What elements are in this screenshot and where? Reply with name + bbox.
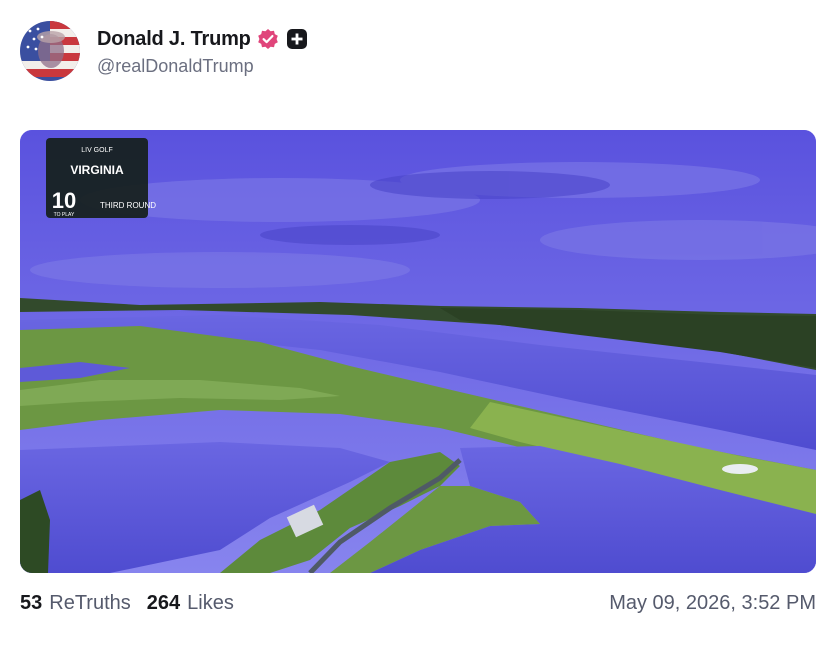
author-display-name[interactable]: Donald J. Trump [97,28,251,51]
author-info: Donald J. Trump @realDonaldTrump [97,25,307,77]
plus-square-icon [286,29,307,49]
author-handle[interactable]: @realDonaldTrump [97,56,307,77]
post-footer: 53 ReTruths 264 Likes May 09, 2026, 3:52… [20,588,816,618]
post-header: Donald J. Trump @realDonaldTrump [20,20,307,82]
scoreboard-sponsor: LIV GOLF [81,147,113,154]
scoreboard-overlay: LIV GOLF VIRGINIA 10 TO PLAY THIRD ROUND [46,138,156,218]
scoreboard-to-play: TO PLAY [54,212,75,218]
likes-stat[interactable]: 264 Likes [147,592,234,615]
retruths-stat[interactable]: 53 ReTruths [20,592,131,615]
scoreboard-round: THIRD ROUND [100,201,156,210]
verified-badge-icon [257,28,279,50]
post-timestamp[interactable]: May 09, 2026, 3:52 PM [609,592,816,615]
likes-count: 264 [146,591,181,614]
retruths-label: ReTruths [49,591,131,614]
likes-label: Likes [187,591,234,614]
retruths-count: 53 [20,591,43,614]
post-media-image[interactable]: LIV GOLF VIRGINIA 10 TO PLAY THIRD ROUND [20,130,816,573]
scoreboard-event: VIRGINIA [70,163,124,177]
scoreboard-hole-number: 10 [52,188,76,213]
avatar[interactable] [20,21,80,81]
